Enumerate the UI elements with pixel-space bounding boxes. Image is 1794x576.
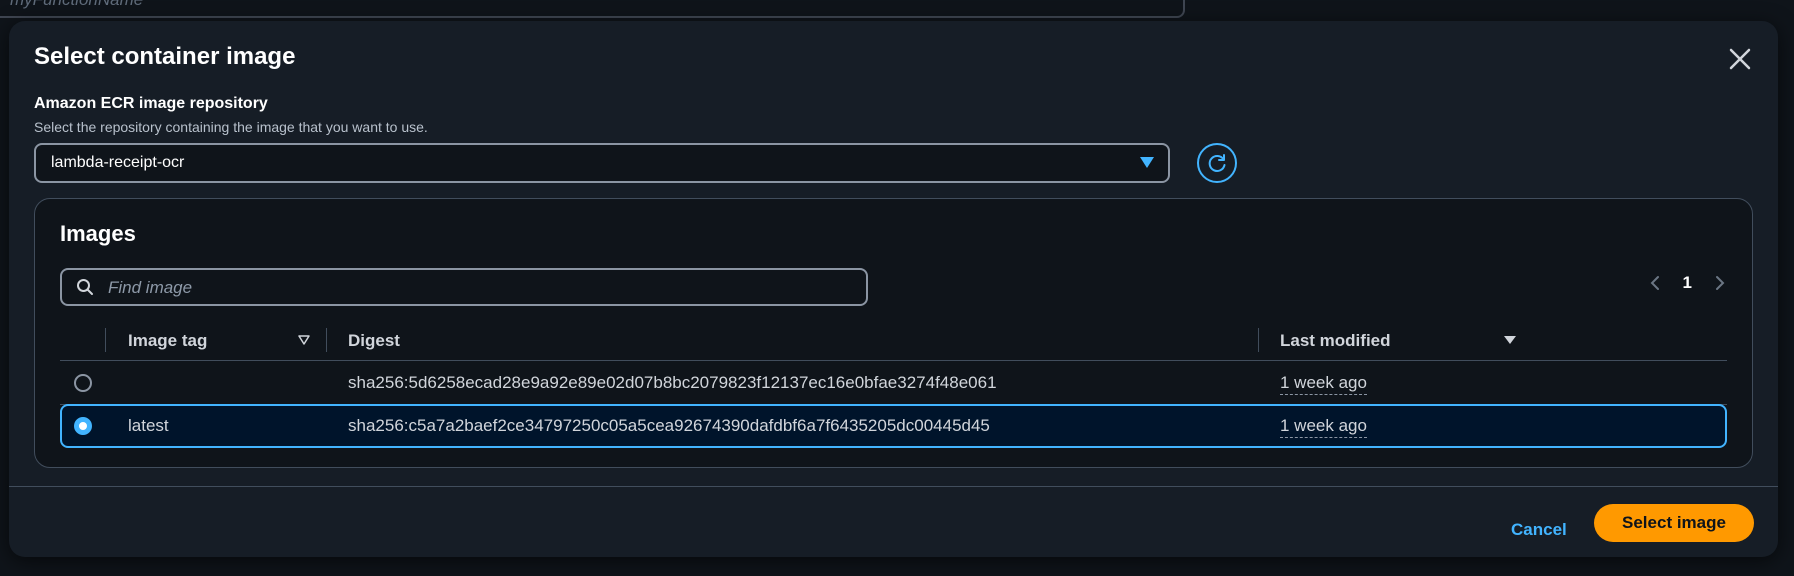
digest-cell: sha256:5d6258ecad28e9a92e89e02d07b8bc207… [348, 373, 997, 392]
footer-divider [9, 486, 1778, 487]
next-page-button[interactable] [1714, 274, 1726, 292]
refresh-icon [1208, 154, 1226, 172]
column-divider [1258, 328, 1259, 352]
select-image-button[interactable]: Select image [1594, 504, 1754, 542]
column-header-last-modified[interactable]: Last modified [1280, 331, 1391, 351]
sort-descending-icon[interactable] [1503, 335, 1517, 345]
last-modified-cell[interactable]: 1 week ago [1280, 373, 1367, 395]
repository-select[interactable]: lambda-receipt-ocr [34, 143, 1170, 183]
repository-description: Select the repository containing the ima… [34, 119, 428, 135]
repository-select-value: lambda-receipt-ocr [51, 154, 185, 171]
image-tag-cell: latest [128, 416, 169, 435]
table-header: Image tag Digest Last modified [60, 322, 1727, 361]
row-radio[interactable] [74, 374, 92, 392]
cancel-button[interactable]: Cancel [1501, 511, 1577, 549]
chevron-left-icon [1650, 276, 1659, 290]
sort-icon[interactable] [298, 335, 310, 345]
table-row[interactable]: sha256:5d6258ecad28e9a92e89e02d07b8bc207… [60, 361, 1727, 405]
caret-down-icon [1140, 157, 1154, 168]
column-header-digest[interactable]: Digest [348, 331, 400, 351]
refresh-button[interactable] [1197, 143, 1237, 183]
function-name-input: myFunctionName [0, 0, 1185, 18]
select-container-image-modal: Select container image Amazon ECR image … [9, 21, 1778, 557]
previous-page-button[interactable] [1649, 274, 1661, 292]
column-divider [326, 328, 327, 352]
images-title: Images [60, 221, 136, 246]
search-icon [77, 279, 93, 295]
last-modified-cell[interactable]: 1 week ago [1280, 416, 1367, 438]
image-search-input[interactable] [106, 276, 850, 300]
chevron-right-icon [1716, 276, 1725, 290]
function-name-placeholder: myFunctionName [10, 0, 143, 10]
close-button[interactable] [1722, 41, 1758, 77]
repository-label: Amazon ECR image repository [34, 95, 268, 112]
current-page-number[interactable]: 1 [1683, 273, 1692, 293]
images-panel: Images 1 Image ta [34, 198, 1753, 468]
images-table: Image tag Digest Last modified sha256:5d… [60, 322, 1727, 448]
digest-cell: sha256:c5a7a2baef2ce34797250c05a5cea9267… [348, 416, 990, 435]
column-header-image-tag[interactable]: Image tag [128, 331, 207, 351]
table-row-selected[interactable]: latest sha256:c5a7a2baef2ce34797250c05a5… [60, 404, 1727, 448]
close-icon [1729, 48, 1751, 70]
modal-title: Select container image [34, 43, 296, 70]
pagination: 1 [1649, 273, 1726, 293]
row-radio-checked[interactable] [74, 417, 92, 435]
column-divider [105, 328, 106, 352]
image-search [60, 268, 868, 306]
